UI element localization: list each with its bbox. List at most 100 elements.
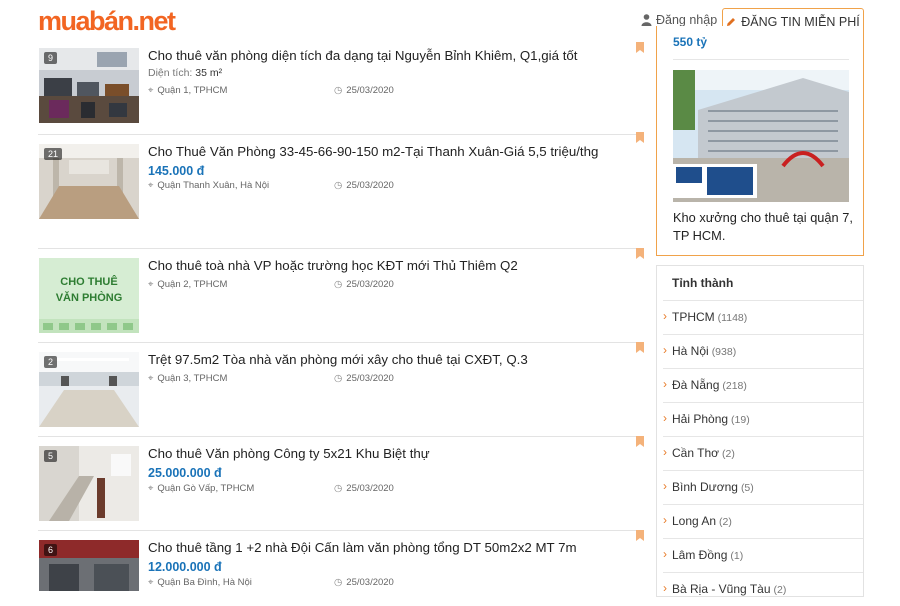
listing-title[interactable]: Cho thuê văn phòng diện tích đa dạng tại… [148, 48, 578, 63]
bookmark-icon[interactable] [636, 342, 644, 353]
bookmark-icon[interactable] [636, 42, 644, 53]
province-count: (2) [773, 584, 787, 596]
pencil-icon [727, 17, 736, 26]
province-count: (938) [711, 346, 737, 358]
listing-item[interactable]: 6 Cho thuê tầng 1 +2 nhà Đội Cấn làm văn… [38, 530, 648, 591]
province-item[interactable]: › Bà Rịa - Vũng Tàu (2) [663, 572, 863, 606]
clock-icon: ◷ [334, 577, 343, 588]
listing-location: ⌖ Quận 3, TPHCM [148, 373, 227, 384]
location-pin-icon: ⌖ [148, 483, 154, 494]
listing-date: ◷ 25/03/2020 [334, 577, 394, 588]
clock-icon: ◷ [334, 279, 343, 290]
province-item[interactable]: › Lâm Đồng (1) [663, 538, 863, 572]
listing-item[interactable]: 21 Cho Thuê Văn Phòng 33-45-66-90-150 m2… [38, 132, 648, 224]
listing-item[interactable]: CHO THUÊ VĂN PHÒNG Cho thuê toà nhà VP ho… [38, 248, 648, 338]
listing-item[interactable]: 9 Cho thuê văn phòng diện tích đa dạng t… [38, 42, 648, 128]
date-text: 25/03/2020 [346, 373, 394, 384]
user-icon [641, 14, 652, 26]
chevron-right-icon: › [663, 513, 667, 527]
ad-caption[interactable]: Kho xưởng cho thuê tại quận 7, TP HCM. [673, 209, 853, 245]
province-count: (218) [722, 380, 747, 392]
listing-title[interactable]: Cho thuê Văn phòng Công ty 5x21 Khu Biệt… [148, 446, 430, 461]
province-item[interactable]: › Hà Nội (938) [663, 334, 863, 368]
login-label: Đăng nhập [656, 13, 718, 27]
listing-date: ◷ 25/03/2020 [334, 373, 394, 384]
login-link[interactable]: Đăng nhập [641, 13, 717, 27]
province-item[interactable]: › Hải Phòng (19) [663, 402, 863, 436]
sidebar-ad[interactable]: 550 tỷ Kho xưởng cho thuê tại quận 7, TP… [656, 26, 864, 256]
listing-thumbnail[interactable]: 9 [39, 48, 139, 123]
listing-price: 145.000 đ [148, 164, 205, 178]
site-logo[interactable]: muabán.net [38, 6, 177, 37]
province-name: Đà Nẵng [672, 378, 720, 392]
ad-divider [673, 59, 849, 60]
image-count-badge: 9 [44, 52, 58, 64]
date-text: 25/03/2020 [346, 577, 394, 588]
province-item[interactable]: › Long An (2) [663, 504, 863, 538]
province-item[interactable]: › Cần Thơ (2) [663, 436, 863, 470]
bookmark-icon[interactable] [636, 530, 644, 541]
listing-title[interactable]: Trệt 97.5m2 Tòa nhà văn phòng mới xây ch… [148, 352, 528, 367]
bookmark-icon[interactable] [636, 132, 644, 143]
province-item[interactable]: › Bình Dương (5) [663, 470, 863, 504]
listing-date: ◷ 25/03/2020 [334, 279, 394, 290]
location-pin-icon: ⌖ [148, 279, 154, 290]
date-text: 25/03/2020 [346, 85, 394, 96]
chevron-right-icon: › [663, 309, 667, 323]
chevron-right-icon: › [663, 445, 667, 459]
area-label: Diện tích: [148, 67, 193, 79]
clock-icon: ◷ [334, 373, 343, 384]
chevron-right-icon: › [663, 547, 667, 561]
listing-location: ⌖ Quận 1, TPHCM [148, 85, 227, 96]
listing-title[interactable]: Cho thuê tầng 1 +2 nhà Đội Cấn làm văn p… [148, 540, 577, 555]
listing-divider [38, 436, 644, 437]
clock-icon: ◷ [334, 85, 343, 96]
listing-thumbnail[interactable]: 2 [39, 352, 139, 427]
listing-title[interactable]: Cho Thuê Văn Phòng 33-45-66-90-150 m2-Tạ… [148, 144, 598, 159]
province-count: (2) [719, 516, 732, 528]
province-name: Hải Phòng [672, 412, 729, 426]
listing-thumbnail[interactable]: 6 [39, 540, 139, 591]
listing-thumbnail[interactable]: 21 [39, 144, 139, 219]
province-name: Bình Dương [672, 480, 738, 494]
listing-item[interactable]: 5 Cho thuê Văn phòng Công ty 5x21 Khu Bi… [38, 436, 648, 526]
province-name: Lâm Đồng [672, 548, 728, 562]
province-heading: Tỉnh thành [672, 276, 734, 290]
chevron-right-icon: › [663, 411, 667, 425]
listing-title[interactable]: Cho thuê toà nhà VP hoặc trường học KĐT … [148, 258, 518, 273]
listing-price: 12.000.000 đ [148, 560, 222, 574]
location-text: Quận Gò Vấp, TPHCM [157, 483, 255, 494]
bookmark-icon[interactable] [636, 248, 644, 259]
province-count: (2) [722, 448, 735, 460]
listing-thumbnail[interactable]: CHO THUÊ VĂN PHÒNG [39, 258, 139, 333]
thumb-text: CHO THUÊ VĂN PHÒNG [55, 276, 123, 304]
ad-price: 550 tỷ [673, 35, 708, 49]
province-count: (1) [730, 550, 744, 562]
location-pin-icon: ⌖ [148, 577, 154, 588]
listing-divider [38, 248, 644, 249]
listing-date: ◷ 25/03/2020 [334, 180, 394, 191]
listing-divider [38, 530, 644, 531]
province-name: Cần Thơ [672, 446, 720, 460]
listing-item[interactable]: 2 Trệt 97.5m2 Tòa nhà văn phòng mới xây … [38, 342, 648, 432]
province-item[interactable]: › Đà Nẵng (218) [663, 368, 863, 402]
listing-thumbnail[interactable]: 5 [39, 446, 139, 521]
province-count: (19) [731, 414, 750, 426]
logo-tld: .net [132, 6, 177, 36]
province-count: (1148) [717, 312, 748, 324]
image-count-badge: 6 [44, 544, 58, 556]
province-name: Long An [672, 514, 717, 528]
location-text: Quận Ba Đình, Hà Nội [157, 577, 252, 588]
bookmark-icon[interactable] [636, 436, 644, 447]
listing-area: Diện tích: 35 m² [148, 67, 222, 79]
province-item[interactable]: › TPHCM (1148) [663, 300, 863, 334]
location-pin-icon: ⌖ [148, 85, 154, 96]
ad-image[interactable] [673, 70, 849, 202]
chevron-right-icon: › [663, 343, 667, 357]
location-text: Quận Thanh Xuân, Hà Nội [157, 180, 270, 191]
clock-icon: ◷ [334, 483, 343, 494]
province-count: (5) [740, 482, 754, 494]
listing-location: ⌖ Quận Ba Đình, Hà Nội [148, 577, 252, 588]
listing-location: ⌖ Quận 2, TPHCM [148, 279, 227, 290]
location-pin-icon: ⌖ [148, 373, 154, 384]
